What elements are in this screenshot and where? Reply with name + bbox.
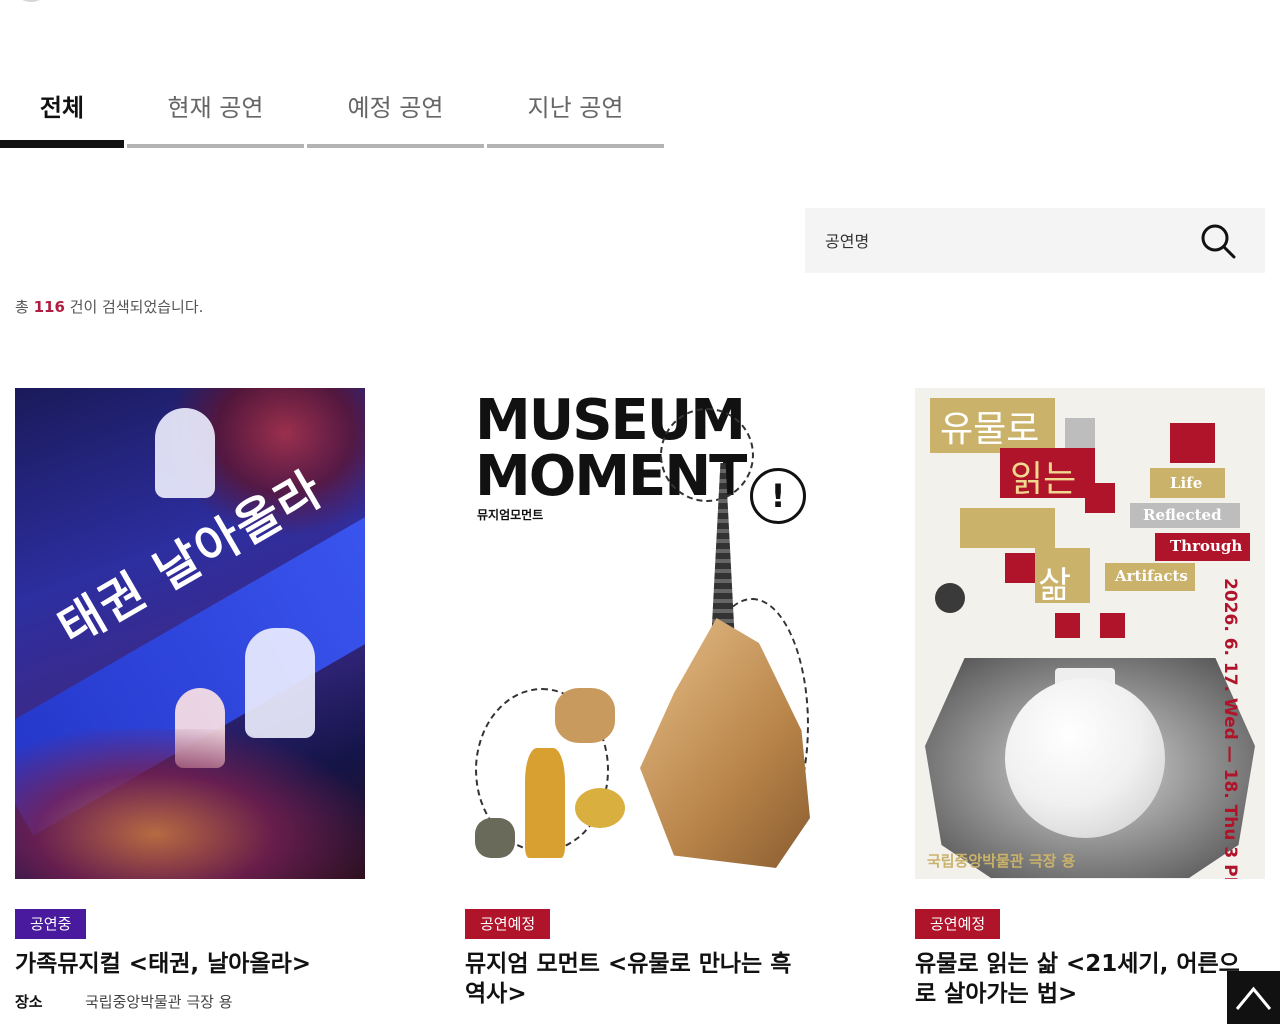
status-badge: 공연중 <box>15 909 87 939</box>
poster-artifact <box>555 688 615 743</box>
performance-card[interactable]: MUSEUM MOMENT 뮤지엄모먼트 ! 공연예정 뮤지엄 모먼트 <유물로… <box>465 388 815 1009</box>
poster-heading-3: 삶 <box>1038 565 1072 606</box>
poster-figure <box>155 408 215 498</box>
result-number: 116 <box>33 298 65 316</box>
poster-eng-3: Through <box>1170 537 1243 555</box>
card-title[interactable]: 뮤지엄 모먼트 <유물로 만나는 흑역사> <box>465 949 810 1009</box>
poster-artifact <box>525 748 565 858</box>
poster-tile <box>1055 613 1080 638</box>
status-badge: 공연예정 <box>915 909 1001 939</box>
search-input[interactable] <box>823 222 1197 260</box>
poster-dashed-path <box>660 408 754 502</box>
poster-eng-1: Life <box>1170 474 1203 492</box>
poster-image[interactable]: 태권 날아올라 <box>15 388 365 879</box>
lecturer-avatar <box>935 583 965 613</box>
result-suffix: 건이 검색되었습니다. <box>69 298 204 316</box>
poster-stage-glow <box>15 729 365 879</box>
poster-artifact <box>575 788 625 828</box>
poster-eng-4: Artifacts <box>1115 567 1188 585</box>
poster-eng-2: Reflected <box>1143 506 1222 524</box>
tab-current-label: 현재 공연 <box>167 94 264 122</box>
status-badge: 공연예정 <box>465 909 551 939</box>
tab-upcoming[interactable]: 예정 공연 <box>307 70 484 148</box>
chevron-up-icon <box>1235 986 1272 1010</box>
result-count: 총 116 건이 검색되었습니다. <box>15 296 203 317</box>
poster-artifact <box>475 818 515 858</box>
poster-tile <box>1170 423 1215 463</box>
exclamation-icon: ! <box>750 468 806 524</box>
performance-card[interactable]: 유물로 읽는 Life Reflected Through Artifacts … <box>915 388 1265 1009</box>
card-title[interactable]: 유물로 읽는 삶 <21세기, 어른으로 살아가는 법> <box>915 949 1260 1009</box>
search-button[interactable] <box>1197 220 1239 262</box>
tab-all-label: 전체 <box>39 94 85 122</box>
performance-card[interactable]: 태권 날아올라 공연중 가족뮤지컬 <태권, 날아올라> 장소 국립중앙박물관 … <box>15 388 365 1012</box>
poster-image[interactable]: 유물로 읽는 Life Reflected Through Artifacts … <box>915 388 1265 879</box>
search-icon <box>1201 224 1236 259</box>
poster-tile <box>1085 483 1115 513</box>
search-box <box>805 208 1265 273</box>
poster-venue: 국립중앙박물관 극장 용 <box>927 852 1076 870</box>
poster-subtitle: 뮤지엄모먼트 <box>477 508 544 522</box>
venue-row: 장소 국립중앙박물관 극장 용 <box>15 991 365 1012</box>
venue-value: 국립중앙박물관 극장 용 <box>85 993 233 1011</box>
tab-current[interactable]: 현재 공연 <box>127 70 304 148</box>
scroll-top-button[interactable] <box>1227 971 1280 1024</box>
poster-tile <box>1100 613 1125 638</box>
performance-tabs: 전체 현재 공연 예정 공연 지난 공연 <box>0 70 664 148</box>
card-title[interactable]: 가족뮤지컬 <태권, 날아올라> <box>15 949 360 979</box>
tab-past[interactable]: 지난 공연 <box>487 70 664 148</box>
tab-all[interactable]: 전체 <box>0 70 124 148</box>
venue-label: 장소 <box>15 993 43 1011</box>
poster-tile <box>1005 553 1035 583</box>
poster-moon-jar <box>1005 678 1165 838</box>
tab-past-label: 지난 공연 <box>527 94 624 122</box>
poster-date: 2026. 6. 17. Wed — 18. Thu 3 PM <box>1220 578 1240 879</box>
poster-heading-2: 읽는 <box>1010 459 1077 500</box>
top-logo-fragment <box>18 0 44 2</box>
tab-upcoming-label: 예정 공연 <box>347 94 444 122</box>
poster-figure <box>245 628 315 738</box>
poster-heading-1: 유물로 <box>940 409 1040 450</box>
poster-tile <box>1065 418 1095 448</box>
poster-tile <box>960 508 1055 548</box>
result-prefix: 총 <box>15 298 29 316</box>
poster-image[interactable]: MUSEUM MOMENT 뮤지엄모먼트 ! <box>465 388 815 879</box>
